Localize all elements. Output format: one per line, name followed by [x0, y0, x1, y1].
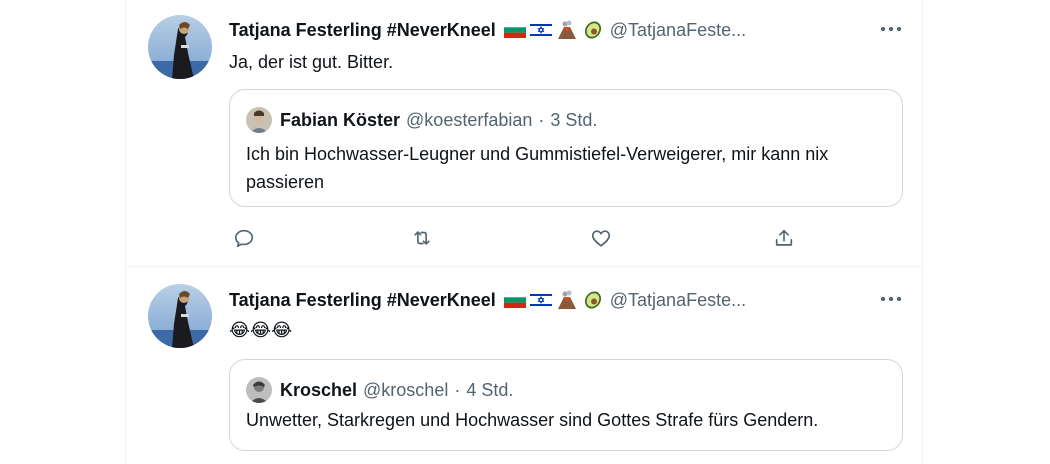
avatar[interactable]: [148, 284, 212, 348]
author-handle[interactable]: @TatjanaFeste...: [610, 20, 746, 41]
name-emojis: [503, 19, 604, 41]
timeline: Tatjana Festerling #NeverKneel @TatjanaF…: [125, 0, 923, 464]
tweet-text: Ja, der ist gut. Bitter.: [229, 52, 394, 72]
tweet[interactable]: Tatjana Festerling #NeverKneel @TatjanaF…: [126, 0, 923, 267]
tweet-text: 😂😂😂: [229, 320, 293, 340]
share-icon[interactable]: [769, 223, 799, 253]
tweet-actions: [229, 223, 903, 253]
quote-author-name: Fabian Köster: [280, 109, 401, 130]
tweet-header: Tatjana Festerling #NeverKneel @TatjanaF…: [229, 18, 746, 42]
quote-avatar: [246, 107, 272, 133]
volcano-icon: [556, 19, 578, 41]
israel-flag-icon: [529, 292, 552, 308]
avocado-icon: [582, 289, 604, 311]
volcano-icon: [556, 289, 578, 311]
bulgaria-flag-icon: [503, 22, 526, 38]
tweet[interactable]: Tatjana Festerling #NeverKneel @TatjanaF…: [126, 267, 923, 464]
author-handle[interactable]: @TatjanaFeste...: [610, 290, 746, 311]
like-icon[interactable]: [586, 223, 616, 253]
more-options-icon[interactable]: [879, 17, 903, 41]
avatar[interactable]: [148, 15, 212, 79]
avocado-icon: [582, 19, 604, 41]
quote-timestamp: 4 Std.: [466, 379, 514, 400]
more-options-icon[interactable]: [879, 287, 903, 311]
quote-text: Ich bin Hochwasser-Leugner und Gummistie…: [246, 144, 829, 192]
quoted-tweet[interactable]: Kroschel @kroschel · 4 Std. Unwetter, St…: [229, 359, 903, 451]
quote-text: Unwetter, Starkregen und Hochwasser sind…: [246, 410, 819, 430]
author-name[interactable]: Tatjana Festerling #NeverKneel: [229, 20, 496, 41]
israel-flag-icon: [529, 22, 552, 38]
reply-icon[interactable]: [229, 223, 259, 253]
quote-author-handle: @koesterfabian: [406, 109, 533, 130]
quote-header: Fabian Köster @koesterfabian · 3 Std.: [246, 106, 597, 134]
author-name[interactable]: Tatjana Festerling #NeverKneel: [229, 290, 496, 311]
quote-timestamp: 3 Std.: [550, 109, 598, 130]
name-emojis: [503, 289, 604, 311]
tweet-header: Tatjana Festerling #NeverKneel @TatjanaF…: [229, 288, 746, 312]
bulgaria-flag-icon: [503, 292, 526, 308]
quote-header: Kroschel @kroschel · 4 Std.: [246, 376, 513, 404]
quote-avatar: [246, 377, 272, 403]
separator: ·: [454, 379, 461, 400]
separator: ·: [538, 109, 545, 130]
quoted-tweet[interactable]: Fabian Köster @koesterfabian · 3 Std. Ic…: [229, 89, 903, 207]
quote-author-handle: @kroschel: [363, 379, 449, 400]
quote-author-name: Kroschel: [280, 379, 358, 400]
retweet-icon[interactable]: [407, 223, 437, 253]
